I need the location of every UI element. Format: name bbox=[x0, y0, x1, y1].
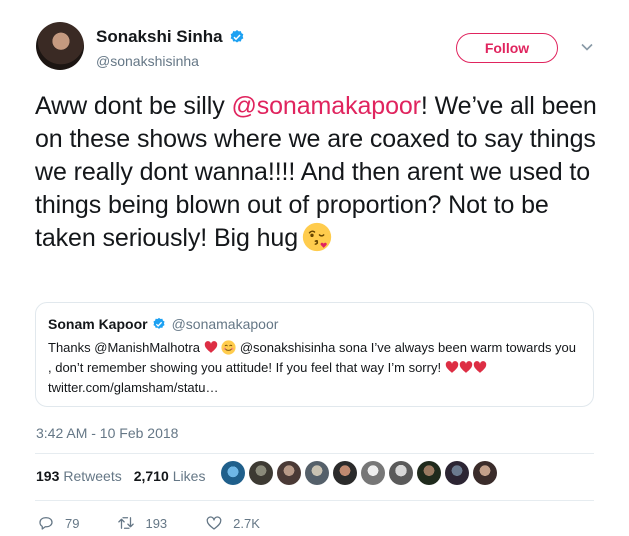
retweet-count: 193 bbox=[145, 515, 168, 531]
liker-avatar[interactable] bbox=[221, 461, 245, 485]
engagement-stats: 193 Retweets 2,710 Likes bbox=[36, 468, 205, 484]
reply-icon bbox=[39, 517, 53, 530]
liker-avatar[interactable] bbox=[389, 461, 413, 485]
quoted-author-handle: @sonamakapoor bbox=[171, 316, 279, 332]
retweets-stat[interactable]: 193 Retweets bbox=[36, 468, 122, 484]
quoted-tweet-text: Thanks @ManishMalhotra @sonakshisinha so… bbox=[48, 338, 582, 398]
mention-link[interactable]: @sonamakapoor bbox=[231, 92, 421, 120]
follow-button[interactable]: Follow bbox=[456, 33, 558, 63]
author-info: Sonakshi Sinha @sonakshisinha bbox=[96, 27, 245, 69]
liker-avatar[interactable] bbox=[445, 461, 469, 485]
like-button[interactable]: 2.7K bbox=[205, 514, 260, 532]
quoted-tweet-header: Sonam Kapoor @sonamakapoor bbox=[48, 316, 582, 332]
red-heart-emoji bbox=[204, 341, 217, 353]
liker-avatar[interactable] bbox=[249, 461, 273, 485]
verified-badge-icon bbox=[153, 317, 165, 329]
like-icon bbox=[206, 516, 222, 530]
red-heart-emoji bbox=[473, 361, 486, 373]
reply-button[interactable]: 79 bbox=[37, 514, 79, 532]
verified-badge-icon bbox=[230, 30, 243, 43]
quoted-tweet-link[interactable]: twitter.com/glamsham/statu… bbox=[48, 380, 219, 395]
liker-avatars bbox=[221, 461, 497, 485]
reply-count: 79 bbox=[65, 515, 80, 531]
quoted-author-name: Sonam Kapoor bbox=[48, 316, 148, 332]
quoted-tweet[interactable]: Sonam Kapoor @sonamakapoor Thanks @Manis… bbox=[35, 302, 594, 407]
tweet-timestamp[interactable]: 3:42 AM - 10 Feb 2018 bbox=[36, 425, 178, 441]
red-heart-emoji bbox=[459, 361, 472, 373]
liker-avatar[interactable] bbox=[361, 461, 385, 485]
red-heart-emoji bbox=[445, 361, 458, 373]
author-handle[interactable]: @sonakshisinha bbox=[96, 53, 245, 69]
author-display-name[interactable]: Sonakshi Sinha bbox=[96, 27, 223, 47]
tweet-actions: 79 193 2.7K bbox=[37, 514, 298, 532]
kissing-face-emoji bbox=[302, 222, 332, 252]
divider bbox=[35, 453, 594, 454]
like-count: 2.7K bbox=[233, 515, 260, 531]
smiling-face-emoji bbox=[221, 340, 236, 355]
liker-avatar[interactable] bbox=[305, 461, 329, 485]
tweet-text-start: Aww dont be silly bbox=[35, 92, 232, 120]
liker-avatar[interactable] bbox=[417, 461, 441, 485]
tweet-text: Aww dont be silly @sonamakapoor! We’ve a… bbox=[35, 90, 605, 255]
liker-avatar[interactable] bbox=[333, 461, 357, 485]
liker-avatar[interactable] bbox=[277, 461, 301, 485]
retweet-icon bbox=[118, 517, 135, 529]
retweet-button[interactable]: 193 bbox=[117, 514, 167, 532]
likes-stat[interactable]: 2,710 Likes bbox=[134, 468, 206, 484]
author-avatar[interactable] bbox=[36, 22, 84, 70]
quoted-text-part1: Thanks @ManishMalhotra bbox=[48, 340, 200, 355]
divider bbox=[35, 500, 594, 501]
chevron-down-icon[interactable] bbox=[580, 40, 594, 54]
liker-avatar[interactable] bbox=[473, 461, 497, 485]
